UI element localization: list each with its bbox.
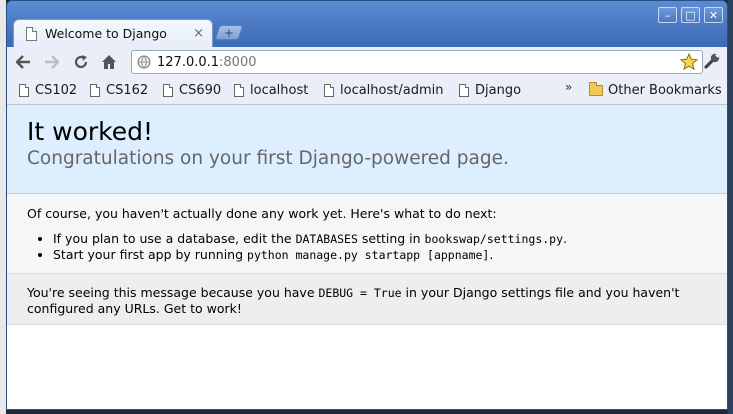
- instructions-list: If you plan to use a database, edit the …: [27, 231, 727, 263]
- explanation-text: You're seeing this message because you h…: [27, 285, 319, 300]
- other-bookmarks-label: Other Bookmarks: [608, 83, 722, 98]
- bookmark-localhost[interactable]: localhost: [234, 83, 308, 98]
- page-content: It worked! Congratulations on your first…: [7, 105, 727, 409]
- page-icon: [234, 84, 244, 97]
- back-icon: [15, 55, 30, 69]
- forward-button[interactable]: [42, 52, 62, 72]
- bookmark-django[interactable]: Django: [459, 83, 521, 98]
- instructions-section: Of course, you haven't actually done any…: [7, 194, 727, 274]
- list-text: If you plan to use a database, edit the: [53, 231, 296, 246]
- bookmark-label: Django: [475, 83, 522, 98]
- list-text: setting in: [357, 231, 425, 246]
- page-icon: [26, 26, 37, 41]
- page-icon: [324, 84, 334, 97]
- reload-icon: [74, 55, 88, 69]
- minimize-button[interactable]: –: [658, 7, 677, 23]
- back-button[interactable]: [13, 52, 33, 72]
- bookmark-label: CS690: [179, 83, 222, 98]
- url-host: 127.0.0.1: [157, 54, 220, 70]
- bookmark-cs162[interactable]: CS162: [90, 83, 148, 98]
- new-tab-button[interactable]: +: [214, 25, 244, 40]
- list-item: Start your first app by running python m…: [53, 247, 727, 263]
- bookmark-label: localhost/admin: [340, 83, 444, 98]
- close-window-button[interactable]: ✕: [704, 7, 723, 23]
- bookmark-localhost-admin[interactable]: localhost/admin: [324, 83, 443, 98]
- page-icon: [163, 84, 173, 97]
- code-startapp-command: python manage.py startapp [appname]: [247, 248, 490, 262]
- summary-section: It worked! Congratulations on your first…: [7, 105, 727, 194]
- reload-button[interactable]: [71, 52, 91, 72]
- home-icon: [102, 55, 116, 69]
- code-databases: DATABASES: [295, 232, 358, 246]
- page-title: It worked!: [27, 117, 154, 146]
- tab-close-icon[interactable]: ×: [193, 26, 204, 41]
- folder-icon: [589, 82, 603, 96]
- navigation-toolbar: 127.0.0.1:8000: [7, 47, 727, 77]
- bookmark-cs102[interactable]: CS102: [19, 83, 77, 98]
- home-button[interactable]: [99, 52, 119, 72]
- wrench-icon: [704, 53, 720, 69]
- list-text: Start your first app by running: [53, 247, 248, 262]
- maximize-button[interactable]: □: [681, 7, 700, 23]
- browser-window: – □ ✕ Welcome to Django × + 127.0.0.1:80…: [6, 0, 728, 410]
- page-icon: [19, 84, 29, 97]
- code-settings-path: bookswap/settings.py: [424, 232, 564, 246]
- page-icon: [90, 84, 100, 97]
- bookmark-label: CS162: [106, 83, 149, 98]
- page-subtitle: Congratulations on your first Django-pow…: [27, 148, 509, 170]
- instructions-intro: Of course, you haven't actually done any…: [27, 206, 497, 221]
- address-bar[interactable]: 127.0.0.1:8000: [131, 50, 703, 74]
- list-text: .: [489, 247, 494, 262]
- forward-icon: [45, 55, 60, 69]
- globe-icon: [137, 55, 151, 69]
- code-debug-true: DEBUG = True: [318, 286, 402, 300]
- plus-icon: +: [223, 25, 235, 40]
- bookmarks-bar: CS102 CS162 CS690 localhost localhost/ad…: [7, 77, 727, 105]
- bookmark-cs690[interactable]: CS690: [163, 83, 221, 98]
- explanation-section: You're seeing this message because you h…: [7, 274, 727, 325]
- settings-button[interactable]: [703, 52, 721, 74]
- title-bar: – □ ✕ Welcome to Django × +: [7, 1, 727, 47]
- url-port: :8000: [219, 54, 257, 70]
- page-icon: [459, 84, 469, 97]
- bookmarks-overflow-chevron-icon[interactable]: »: [565, 80, 572, 94]
- tab-title: Welcome to Django: [45, 26, 167, 41]
- tab-welcome-to-django[interactable]: Welcome to Django ×: [13, 19, 213, 47]
- bookmark-label: CS102: [35, 83, 78, 98]
- other-bookmarks-button[interactable]: Other Bookmarks: [589, 82, 722, 98]
- list-text: .: [563, 231, 568, 246]
- list-item: If you plan to use a database, edit the …: [53, 231, 727, 247]
- bookmark-label: localhost: [250, 83, 309, 98]
- star-icon[interactable]: [680, 53, 698, 71]
- desktop-right-edge: [728, 0, 733, 414]
- window-controls: – □ ✕: [658, 7, 723, 23]
